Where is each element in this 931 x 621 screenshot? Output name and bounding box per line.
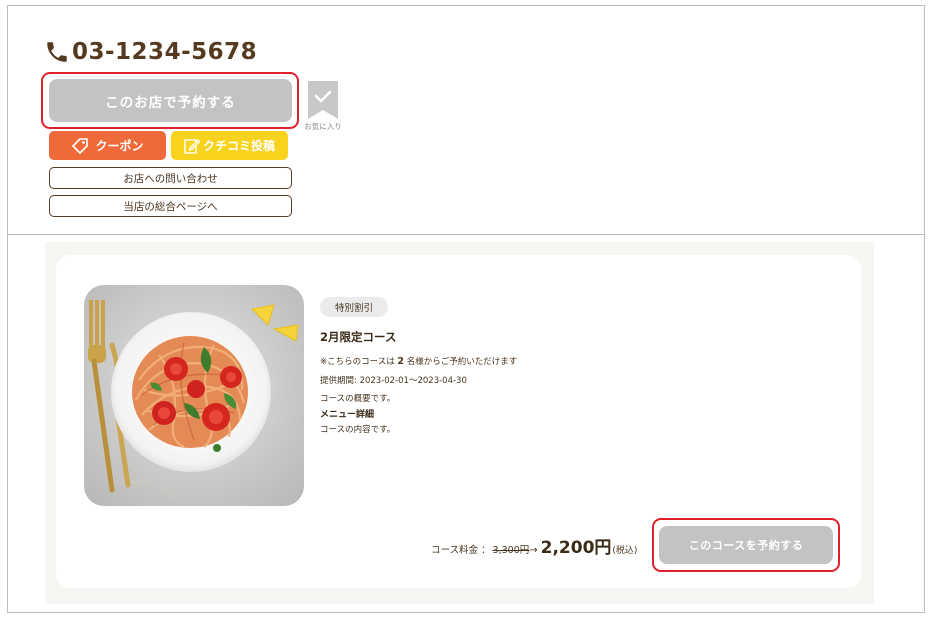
menu-heading: メニュー詳細: [320, 410, 375, 420]
note-suffix: 名様からご予約いただけます: [406, 357, 518, 367]
section-divider: [8, 234, 924, 235]
price-label: コース料金 ：: [431, 545, 491, 556]
review-post-button[interactable]: クチコミ投稿: [171, 131, 288, 160]
course-title: 2月限定コース: [320, 330, 397, 344]
edit-icon: [184, 138, 200, 154]
course-summary: コースの概要です。: [320, 394, 396, 404]
phone-number-text: 03-1234-5678: [72, 39, 258, 65]
review-label: クチコミ投稿: [202, 139, 275, 153]
price-discounted: 2,200円: [540, 538, 612, 558]
reserve-shop-button[interactable]: このお店で予約する: [49, 79, 292, 122]
price-tax-note: (税込): [612, 546, 638, 556]
shop-overview-button[interactable]: 当店の総合ページへ: [49, 195, 292, 217]
inquiry-button[interactable]: お店への問い合わせ: [49, 167, 292, 189]
discount-badge: 特別割引: [320, 297, 388, 317]
coupon-button[interactable]: クーポン: [49, 131, 166, 160]
phone-icon: [47, 42, 67, 62]
price-row: コース料金 ： 3,300円 → 2,200円 (税込): [431, 533, 638, 558]
note-prefix: ※こちらのコースは: [320, 357, 395, 367]
menu-body: コースの内容です。: [320, 425, 396, 435]
course-period: 提供期間: 2023-02-01～2023-04-30: [320, 376, 467, 386]
price-original: 3,300円: [492, 545, 530, 556]
course-note: ※こちらのコースは 2 名様からご予約いただけます: [320, 355, 517, 367]
favorite-button[interactable]: お気に入り: [303, 81, 343, 135]
coupon-label: クーポン: [95, 139, 144, 153]
tag-icon: [72, 137, 89, 154]
reserve-course-button[interactable]: このコースを予約する: [659, 526, 833, 564]
bookmark-icon: [308, 81, 338, 119]
note-count: 2: [397, 356, 405, 367]
favorite-label: お気に入り: [304, 122, 342, 131]
course-photo: [84, 285, 304, 506]
phone-number-link[interactable]: 03-1234-5678: [44, 37, 257, 67]
price-arrow: →: [529, 545, 538, 556]
